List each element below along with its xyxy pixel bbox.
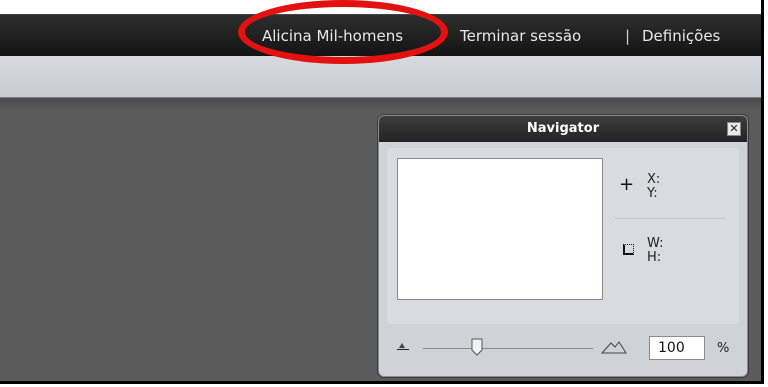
header-separator: | (625, 27, 631, 45)
app-window: Alicina Mil-homens Terminar sessão | Def… (0, 0, 764, 384)
user-name-link[interactable]: Alicina Mil-homens (262, 27, 403, 45)
zoom-unit-label: % (717, 341, 730, 356)
y-coordinate-label: Y: (647, 186, 658, 201)
height-label: H: (647, 250, 662, 265)
top-bar: Alicina Mil-homens Terminar sessão | Def… (0, 14, 761, 56)
slider-thumb-icon (471, 338, 483, 356)
mountain-large-icon (600, 341, 627, 354)
toolbar-shadow (0, 98, 761, 112)
x-coordinate-label: X: (647, 172, 661, 187)
zoom-slider-thumb[interactable] (471, 338, 483, 356)
zoom-in-icon[interactable] (600, 338, 627, 354)
zoom-value-input[interactable] (649, 336, 705, 360)
zoom-slider-track[interactable] (423, 348, 593, 349)
zoom-bar: % (387, 328, 739, 368)
navigator-body: + X: Y: W: H: (387, 148, 739, 324)
navigator-info: + X: Y: W: H: (615, 158, 725, 308)
zoom-out-icon[interactable] (397, 343, 409, 350)
info-divider (615, 218, 725, 219)
navigator-panel: Navigator ✕ + X: Y: W: H: 100 % (378, 115, 748, 377)
close-icon[interactable]: ✕ (727, 122, 741, 136)
navigator-preview[interactable] (397, 158, 603, 300)
top-strip (0, 0, 761, 14)
crosshair-icon: + (619, 174, 635, 195)
navigator-title: Navigator (526, 121, 600, 136)
navigator-titlebar[interactable]: Navigator ✕ (379, 116, 747, 142)
dimension-icon (623, 244, 634, 255)
logout-link[interactable]: Terminar sessão (460, 27, 581, 45)
width-label: W: (647, 236, 664, 251)
settings-link[interactable]: Definições (642, 27, 720, 45)
toolbar (0, 56, 761, 98)
